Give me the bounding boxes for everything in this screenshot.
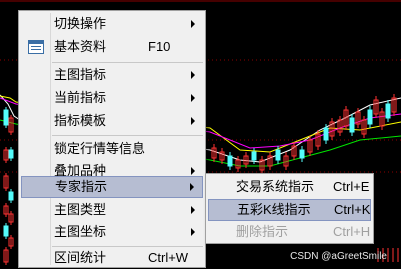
candle-body (251, 151, 257, 161)
menu-item-shortcut: Ctrl+H (333, 224, 371, 239)
menu-item-expert-indication[interactable]: 专家指示 (21, 176, 203, 198)
document-list-icon (28, 40, 44, 54)
menu-item-label: 专家指示 (55, 179, 108, 194)
candle-body (367, 109, 373, 125)
menu-item-main-chart-type[interactable]: 主图类型 (21, 199, 203, 221)
candle-body (385, 103, 391, 119)
submenu-arrow-icon (191, 206, 195, 214)
menu-separator (52, 135, 203, 136)
menu-item-main-chart-axis[interactable]: 主图坐标 (21, 221, 203, 243)
menu-item-label: 当前指标 (54, 90, 107, 105)
candle-body (323, 127, 329, 141)
submenu-arrow-icon (191, 94, 195, 102)
submenu-arrow-icon (191, 71, 195, 79)
candle-body (275, 149, 281, 161)
submenu-arrow-icon (191, 228, 195, 236)
candle-body (8, 191, 14, 201)
menu-item-label: 切换操作 (54, 16, 107, 31)
submenu-arrow-icon (190, 183, 194, 191)
submenu-item-trading-system[interactable]: 交易系统指示 Ctrl+E (208, 176, 371, 198)
menu-item-current-indicator[interactable]: 当前指标 (21, 87, 203, 109)
menu-item-basic-info[interactable]: 基本资料 F10 (21, 36, 203, 58)
submenu-item-delete-indication[interactable]: 删除指示 Ctrl+H (208, 221, 371, 243)
submenu-item-colored-kline[interactable]: 五彩K线指示 Ctrl+K (208, 199, 371, 221)
menu-item-label: 交易系统指示 (236, 179, 315, 194)
context-menu: 切换操作 基本资料 F10 主图指标 当前指标 指标模板 锁定行情等信息 叠加品… (18, 10, 206, 268)
menu-item-label: 主图类型 (54, 202, 107, 217)
menu-item-label: 删除指示 (236, 224, 289, 239)
candle-body (227, 155, 233, 167)
menu-item-label: 主图坐标 (54, 224, 107, 239)
submenu-arrow-icon (191, 167, 195, 175)
menu-item-shortcut: Ctrl+K (334, 202, 371, 217)
menu-item-indicator-template[interactable]: 指标模板 (21, 110, 203, 132)
expert-indication-submenu: 交易系统指示 Ctrl+E 五彩K线指示 Ctrl+K 删除指示 Ctrl+H (205, 173, 374, 244)
menu-item-shortcut: Ctrl+W (148, 250, 189, 265)
submenu-arrow-icon (191, 117, 195, 125)
menu-item-label: 指标模板 (54, 113, 107, 128)
menu-item-label: 五彩K线指示 (237, 202, 311, 217)
candle-body (3, 109, 9, 126)
menu-item-label: 区间统计 (54, 250, 107, 265)
candle-body (3, 225, 9, 237)
menu-separator (52, 62, 203, 63)
menu-item-label: 基本资料 (54, 39, 107, 54)
menu-item-label: 主图指标 (54, 67, 107, 82)
menu-item-shortcut: F10 (148, 39, 171, 54)
menu-item-main-indicator[interactable]: 主图指标 (21, 64, 203, 86)
submenu-arrow-icon (191, 20, 195, 28)
menu-item-shortcut: Ctrl+E (333, 179, 370, 194)
candle-body (299, 149, 305, 159)
watermark-text: CSDN @aGreetSmile (290, 251, 387, 262)
candle-body (8, 149, 14, 159)
menu-item-range-stats[interactable]: 区间统计 Ctrl+W (21, 247, 203, 269)
menu-item-lock-quotes[interactable]: 锁定行情等信息 (21, 138, 203, 160)
menu-item-label: 锁定行情等信息 (54, 141, 146, 156)
candle-body (349, 117, 355, 133)
menu-item-switch-operation[interactable]: 切换操作 (21, 13, 203, 35)
